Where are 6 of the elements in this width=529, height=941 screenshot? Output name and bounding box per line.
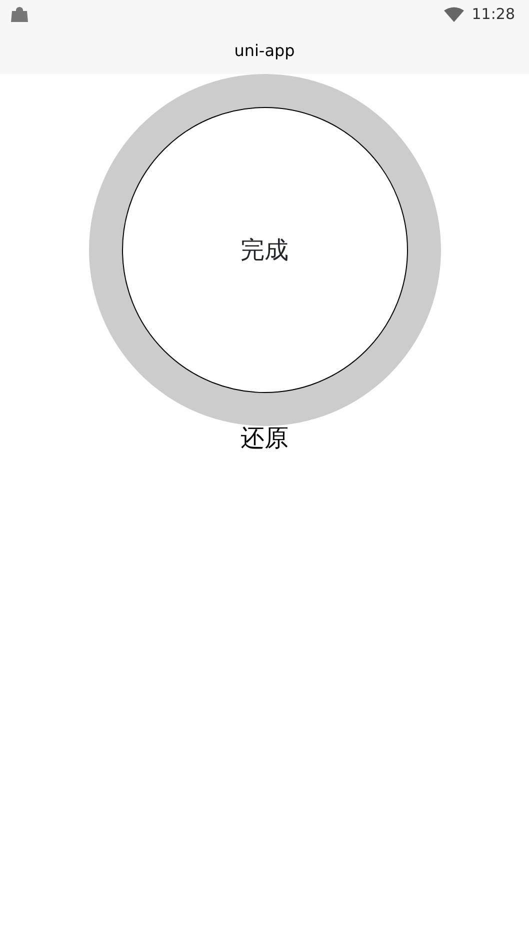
reset-button[interactable]: 还原 xyxy=(240,425,288,452)
done-label: 完成 xyxy=(240,235,288,266)
bag-icon xyxy=(11,6,28,22)
wifi-icon xyxy=(444,6,464,22)
clock-time: 11:28 xyxy=(472,4,515,25)
page-title: uni-app xyxy=(234,40,295,62)
